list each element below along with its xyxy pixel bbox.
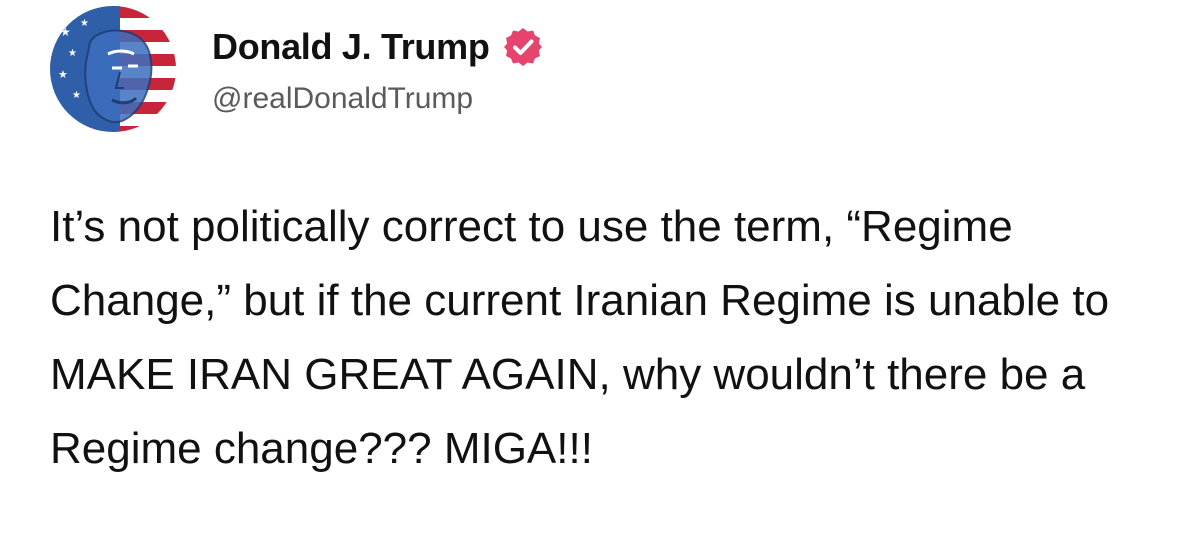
post-text: It’s not politically correct to use the … [50, 202, 1110, 473]
svg-text:★: ★ [72, 90, 81, 101]
author-display-name[interactable]: Donald J. Trump [212, 26, 490, 68]
svg-text:★: ★ [80, 18, 89, 29]
svg-text:★: ★ [60, 25, 71, 39]
post-card: ★ ★ ★ ★ ★ Donald J. Trump @realDonaldTru… [0, 0, 1200, 559]
author-handle[interactable]: @realDonaldTrump [212, 82, 473, 116]
svg-text:★: ★ [68, 48, 77, 59]
author-name-row: Donald J. Trump [212, 22, 544, 72]
avatar-image: ★ ★ ★ ★ ★ [50, 6, 176, 132]
verified-badge-icon [502, 26, 544, 68]
avatar[interactable]: ★ ★ ★ ★ ★ [50, 6, 176, 132]
svg-text:★: ★ [58, 68, 68, 81]
